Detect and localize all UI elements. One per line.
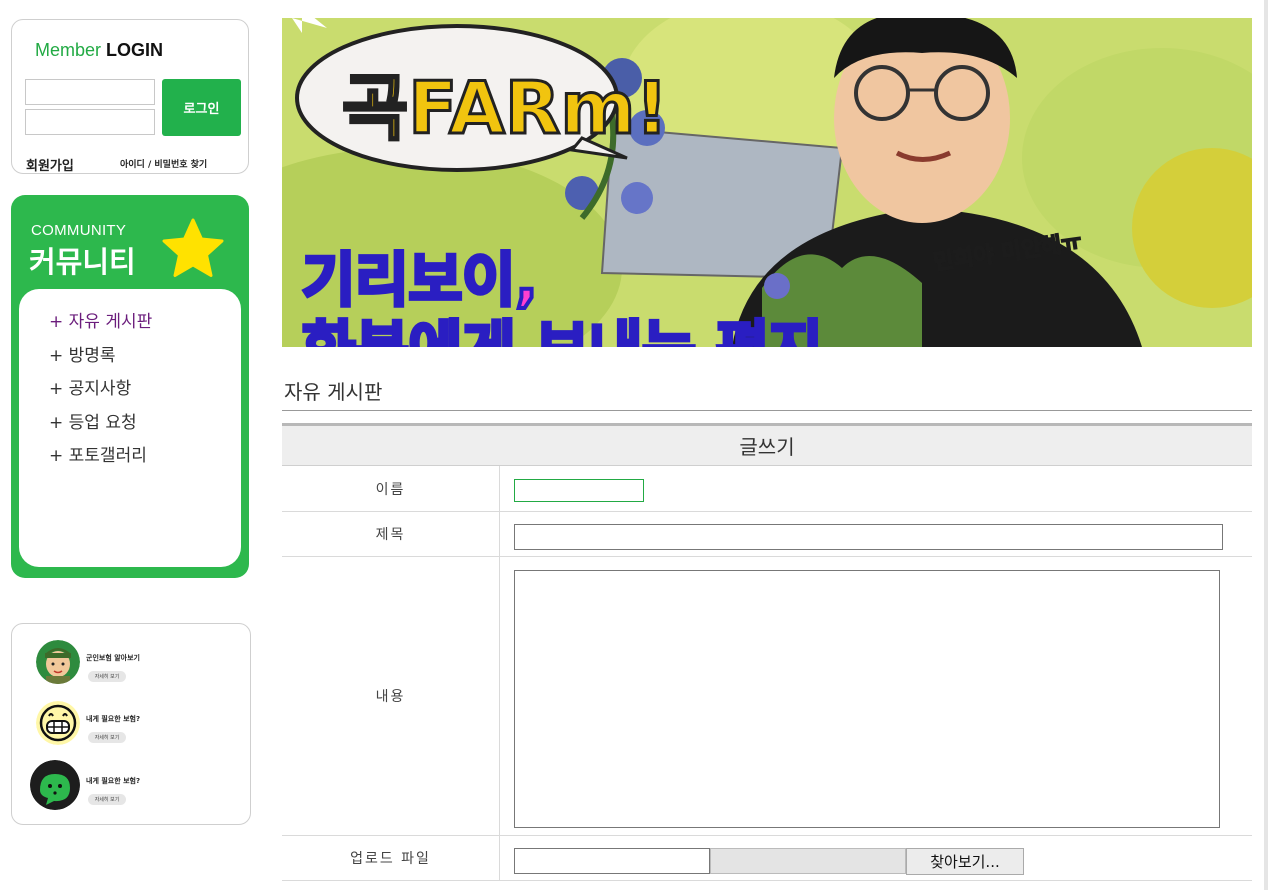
banner-detail-button[interactable]: 자세히 보기: [88, 794, 126, 805]
banner-detail-button[interactable]: 자세히 보기: [88, 671, 126, 682]
community-menu: COMMUNITY 커뮤니티 + 자유 게시판 + 방명록 + 공지사항 + 등…: [11, 195, 249, 578]
content-label: 내용: [282, 557, 500, 835]
file-path-field[interactable]: [710, 848, 906, 874]
login-title-member: Member: [35, 40, 102, 60]
form-heading: 글쓰기: [282, 423, 1252, 466]
name-row: 이름: [282, 466, 1252, 512]
browse-file-button[interactable]: 찾아보기...: [906, 848, 1024, 875]
password-input[interactable]: [25, 109, 155, 135]
content-textarea[interactable]: [514, 570, 1220, 828]
sidebar-item-photo-gallery[interactable]: + 포토갤러리: [49, 441, 147, 466]
banner-title: 군인보험 알아보기: [86, 654, 140, 662]
sidebar-item-levelup-request[interactable]: + 등업 요청: [49, 408, 137, 433]
vertical-scrollbar[interactable]: [1264, 0, 1268, 890]
community-title-ko: 커뮤니티: [29, 245, 136, 279]
hero-caption-line2: 화분에게 보내는 편지: [302, 314, 823, 347]
content-row: 내용: [282, 557, 1252, 836]
title-divider: [282, 410, 1252, 411]
name-input[interactable]: [514, 479, 644, 502]
banner-box: 군인보험 알아보기 자세히 보기 내게 필요한 보험? 자세히 보기 내게 필요…: [11, 623, 251, 825]
hero-image: 곡FARm! 민희야 미안해ㅠ 기리보이, 화분에게 보내는 편지: [282, 18, 1252, 347]
banner-title: 내게 필요한 보험?: [86, 715, 141, 723]
login-box: Member LOGIN 로그인 회원가입 아이디 / 비밀번호 찾기: [11, 19, 249, 174]
community-list: + 자유 게시판 + 방명록 + 공지사항 + 등업 요청 + 포토갤러리: [19, 289, 241, 567]
chat-face-icon[interactable]: [30, 760, 80, 810]
name-label: 이름: [282, 466, 500, 511]
sidebar-item-guestbook[interactable]: + 방명록: [49, 341, 116, 366]
join-link[interactable]: 회원가입: [26, 155, 74, 174]
banner-title: 내게 필요한 보험?: [86, 777, 141, 785]
subject-input[interactable]: [514, 524, 1223, 550]
sidebar-item-notice[interactable]: + 공지사항: [49, 374, 131, 399]
soldier-avatar-icon[interactable]: [36, 640, 80, 684]
login-title-login: LOGIN: [106, 40, 164, 60]
hero-caption-line1: 기리보이,: [302, 246, 537, 314]
file-row: 업로드 파일 찾아보기...: [282, 836, 1252, 881]
page-title: 자유 게시판: [284, 380, 383, 404]
banner-detail-button[interactable]: 자세히 보기: [88, 732, 126, 743]
star-icon: [162, 218, 224, 277]
grin-face-icon[interactable]: [36, 701, 80, 745]
hero-logo-text: 곡FARm!: [342, 66, 668, 150]
login-button[interactable]: 로그인: [162, 79, 241, 136]
find-account-link[interactable]: 아이디 / 비밀번호 찾기: [120, 157, 207, 170]
file-label: 업로드 파일: [282, 836, 500, 880]
login-title: Member LOGIN: [35, 40, 163, 61]
subject-label: 제목: [282, 512, 500, 556]
sidebar-item-free-board[interactable]: + 자유 게시판: [49, 307, 152, 332]
file-name-field[interactable]: [514, 848, 710, 874]
community-title-en: COMMUNITY: [31, 222, 127, 239]
subject-row: 제목: [282, 512, 1252, 557]
user-id-input[interactable]: [25, 79, 155, 105]
